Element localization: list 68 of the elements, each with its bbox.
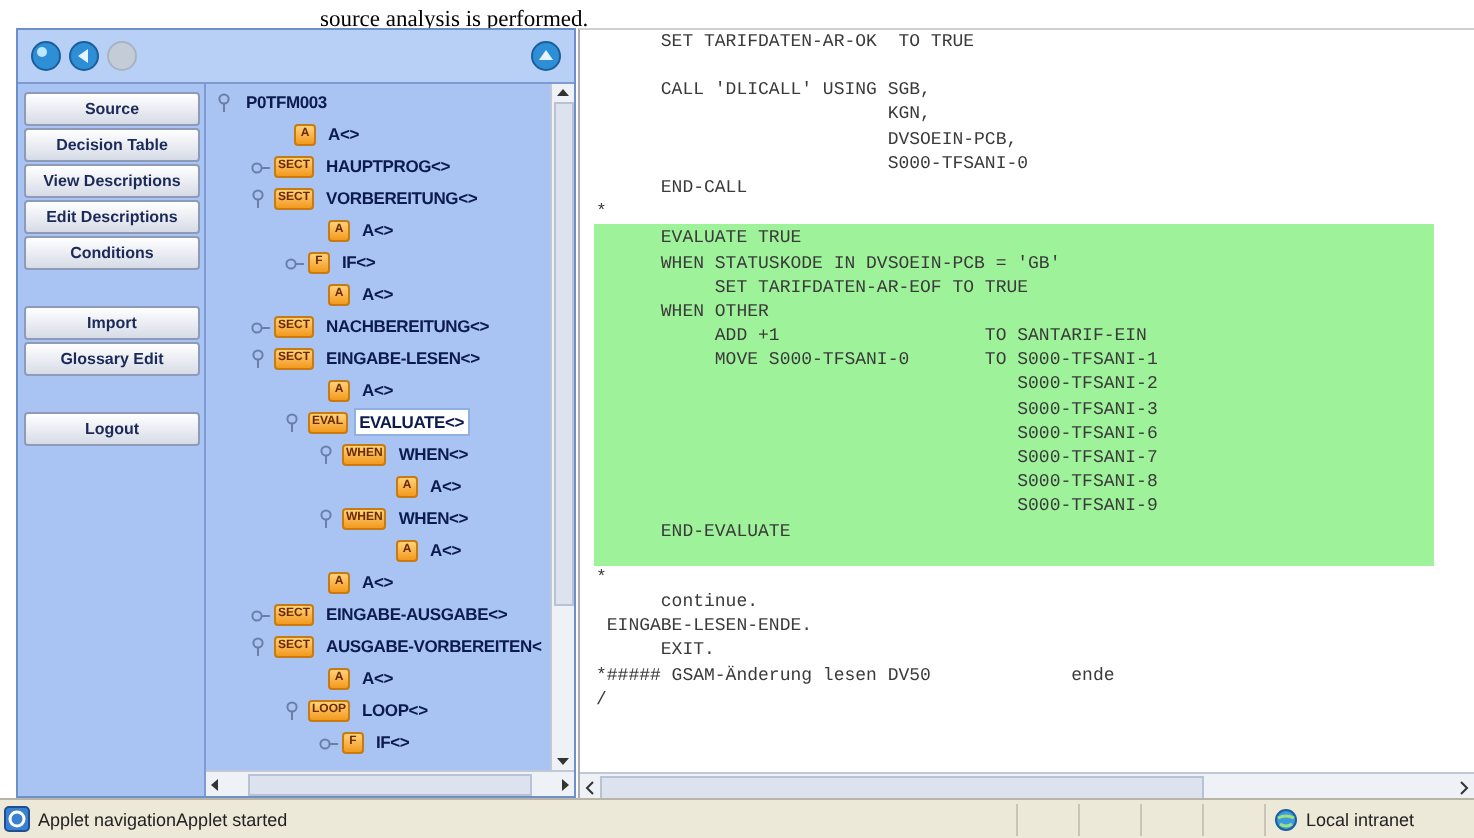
code-line: S000-TFSANI-3: [1015, 397, 1160, 422]
code-line: EINGABE-LESEN-ENDE.: [604, 614, 815, 639]
scroll-left-icon[interactable]: [580, 777, 600, 797]
page-icon: [4, 806, 30, 832]
horizontal-scrollbar[interactable]: [206, 770, 574, 796]
code-line: S000-TFSANI-9: [1015, 494, 1160, 520]
code-line: EXIT.: [658, 638, 717, 663]
code-line: S000-TFSANI-8: [1015, 470, 1160, 495]
nav-button[interactable]: Import: [24, 306, 200, 340]
tree-item[interactable]: AUSGABE-VORBEREITEN<: [320, 632, 548, 660]
tree-item[interactable]: EINGABE-AUSGABE<>: [320, 600, 514, 628]
tree-item[interactable]: IF<>: [370, 728, 416, 756]
scroll-left-icon[interactable]: [206, 775, 224, 793]
code-line: KGN,: [885, 102, 933, 128]
nav-button[interactable]: Conditions: [24, 236, 200, 270]
tree-item[interactable]: A<>: [356, 216, 399, 244]
globe-icon: [1274, 806, 1300, 832]
tree-item[interactable]: HAUPTPROG<>: [320, 152, 457, 180]
code-line: /: [596, 687, 609, 712]
tree-item[interactable]: LOOP<>: [356, 696, 434, 724]
code-line: S000-TFSANI-6: [1015, 421, 1160, 446]
scroll-right-icon[interactable]: [556, 775, 574, 793]
code-line: *: [596, 200, 609, 225]
tree-item[interactable]: A<>: [356, 568, 399, 596]
code-line: END-CALL: [658, 175, 750, 201]
status-message: Applet navigationApplet started: [38, 809, 288, 829]
code-line: S000-TFSANI-2: [1015, 372, 1160, 398]
code-line: *##### GSAM-Änderung lesen DV50 ende: [596, 663, 1117, 688]
code-line: S000-TFSANI-0: [885, 151, 1031, 176]
tree-item[interactable]: EINGABE-LESEN<>: [320, 344, 486, 372]
tree-item[interactable]: A<>: [424, 536, 467, 564]
round-button-icon[interactable]: [30, 40, 62, 72]
nav-button[interactable]: View Descriptions: [24, 164, 200, 198]
horizontal-scrollbar[interactable]: [580, 772, 1474, 800]
code-line: EVALUATE TRUE: [658, 226, 804, 251]
nav-button[interactable]: Glossary Edit: [24, 342, 200, 376]
code-line: S000-TFSANI-7: [1015, 446, 1160, 471]
tree-item[interactable]: P0TFM003: [240, 88, 333, 116]
tree-item[interactable]: A<>: [356, 664, 399, 692]
security-zone: Local intranet: [1306, 809, 1415, 829]
nav-button[interactable]: Edit Descriptions: [24, 200, 200, 234]
tree-item[interactable]: A<>: [322, 120, 365, 148]
code-line: DVSOEIN-PCB,: [885, 127, 1020, 152]
tree-item[interactable]: EVALUATE<>: [353, 408, 471, 436]
scroll-right-icon[interactable]: [1454, 777, 1474, 797]
code-line: END-EVALUATE: [658, 519, 793, 544]
nav-button[interactable]: Logout: [24, 412, 200, 446]
code-line: CALL 'DLICALL' USING SGB,: [658, 78, 933, 103]
vertical-scrollbar[interactable]: [550, 84, 574, 770]
tree-item[interactable]: A<>: [424, 472, 467, 500]
code-line: WHEN OTHER: [658, 299, 771, 325]
tree-item[interactable]: WHEN<>: [392, 440, 475, 468]
tree-item[interactable]: NACHBEREITUNG<>: [320, 312, 496, 340]
tree-item[interactable]: IF<>: [336, 248, 382, 276]
tree-item[interactable]: A<>: [356, 376, 399, 404]
tree-item[interactable]: WHEN<>: [392, 504, 475, 532]
nav-button[interactable]: Source: [24, 92, 200, 126]
caption-text: source analysis is performed.: [320, 6, 589, 34]
code-line: *: [596, 565, 609, 590]
code-line: SET TARIFDATEN-AR-EOF TO TRUE: [712, 275, 1031, 300]
tree-item[interactable]: A<>: [356, 280, 399, 308]
code-line: SET TARIFDATEN-AR-OK TO TRUE: [658, 30, 977, 55]
code-line: ADD +1 TO SANTARIF-EIN: [712, 324, 1149, 349]
code-line: WHEN STATUSKODE IN DVSOEIN-PCB = 'GB': [658, 251, 1063, 276]
nav-button[interactable]: Decision Table: [24, 128, 200, 162]
code-line: continue.: [658, 589, 761, 615]
code-line: MOVE S000-TFSANI-0 TO S000-TFSANI-1: [712, 348, 1160, 373]
tree-item[interactable]: VORBEREITUNG<>: [320, 184, 484, 212]
